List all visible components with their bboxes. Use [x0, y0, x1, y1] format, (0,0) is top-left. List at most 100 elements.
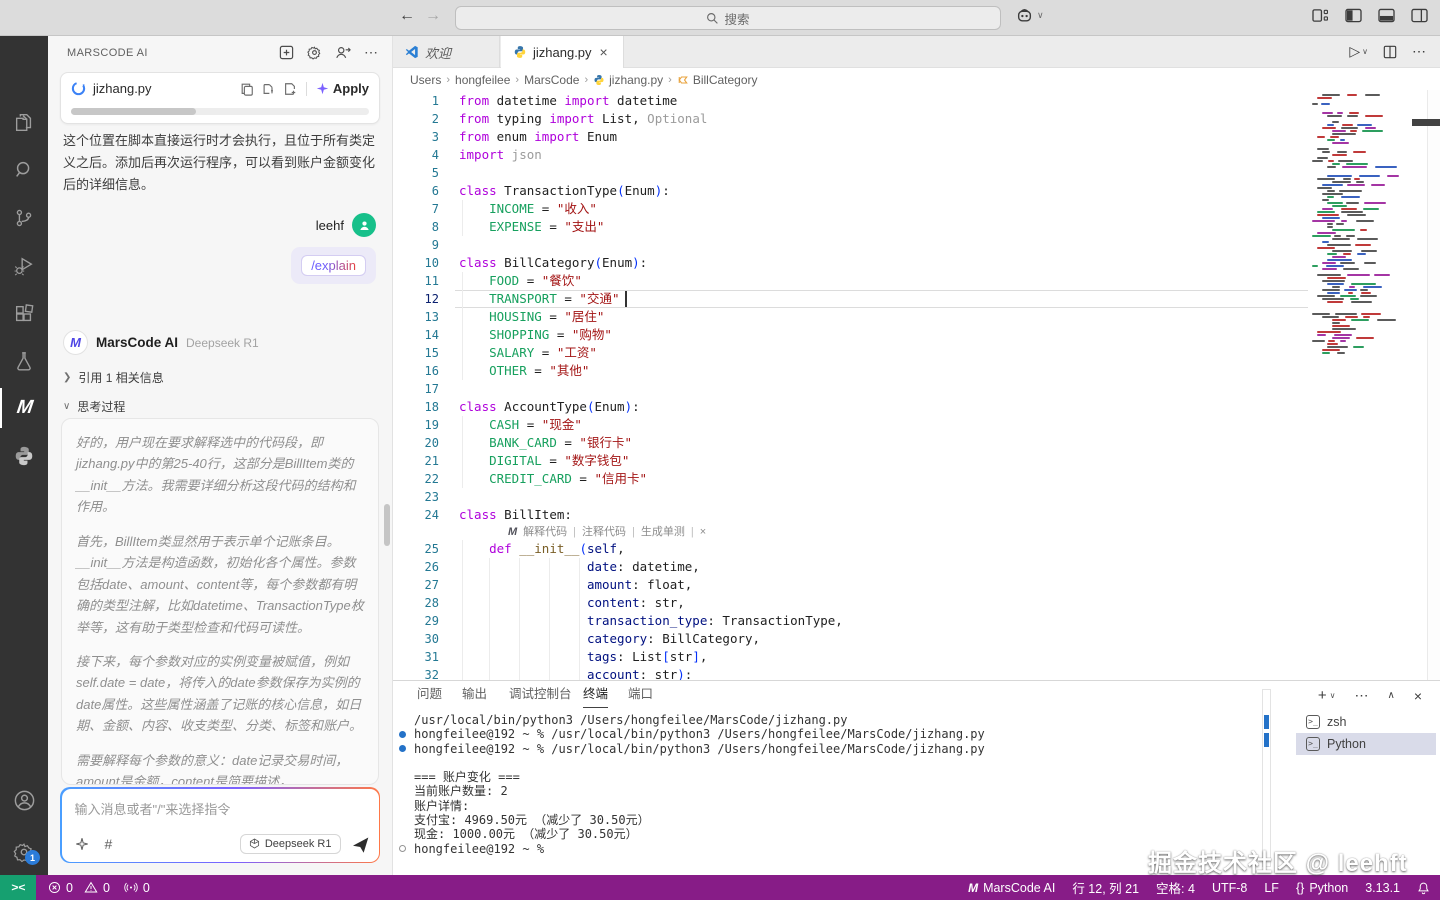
nav-forward-icon[interactable]: →: [422, 7, 444, 25]
marscode-ai-icon[interactable]: M: [0, 388, 48, 428]
terminal-instance-python[interactable]: >_Python: [1296, 733, 1436, 755]
code-line[interactable]: 3from enum import Enum: [393, 128, 1427, 146]
explorer-icon[interactable]: [0, 102, 48, 142]
new-terminal-button[interactable]: +∨: [1318, 687, 1336, 704]
code-line[interactable]: 23: [393, 488, 1427, 506]
eol[interactable]: LF: [1264, 881, 1279, 895]
code-line[interactable]: 4import json: [393, 146, 1427, 164]
code-editor[interactable]: 1from datetime import datetime2from typi…: [393, 90, 1440, 680]
code-line[interactable]: 5: [393, 164, 1427, 182]
breadcrumb-hongfeilee[interactable]: hongfeilee: [455, 73, 510, 87]
toggle-panel-icon[interactable]: [1378, 8, 1395, 23]
new-chat-icon[interactable]: [279, 45, 294, 60]
copilot-menu-button[interactable]: ∨: [1016, 7, 1044, 24]
codelens-action[interactable]: 注释代码: [582, 524, 626, 540]
code-line[interactable]: 19 CASH = "现金": [393, 416, 1427, 434]
code-line[interactable]: 26 date: datetime,: [393, 558, 1427, 576]
send-button[interactable]: [353, 837, 369, 853]
code-line[interactable]: 10class BillCategory(Enum):: [393, 254, 1427, 272]
encoding[interactable]: UTF-8: [1212, 881, 1247, 895]
code-line[interactable]: 14 SHOPPING = "购物": [393, 326, 1427, 344]
editor-scrollbar-thumb[interactable]: [1412, 119, 1440, 126]
code-line[interactable]: 17: [393, 380, 1427, 398]
minimap[interactable]: [1310, 90, 1426, 680]
breadcrumb-users[interactable]: Users: [410, 73, 441, 87]
notifications-bell[interactable]: [1417, 881, 1430, 895]
account-icon[interactable]: [0, 780, 48, 820]
tab-jizhang-py[interactable]: jizhang.py ×: [501, 36, 624, 68]
search-view-icon[interactable]: [0, 150, 48, 190]
problems-status[interactable]: 0 0: [48, 881, 110, 895]
close-tab-icon[interactable]: ×: [600, 44, 608, 60]
code-line[interactable]: 11 FOOD = "餐饮": [393, 272, 1427, 290]
extensions-icon[interactable]: [0, 294, 48, 334]
panel-tab-terminal[interactable]: 终端: [583, 681, 608, 708]
code-line[interactable]: 21 DIGITAL = "数字钱包": [393, 452, 1427, 470]
agent-profile-icon[interactable]: [335, 45, 351, 60]
explain-command-chip[interactable]: /explain: [301, 255, 366, 276]
settings-gear-icon[interactable]: 1: [0, 832, 48, 872]
code-line[interactable]: 22 CREDIT_CARD = "信用卡": [393, 470, 1427, 488]
testing-icon[interactable]: [0, 341, 48, 381]
apply-button[interactable]: Apply: [316, 81, 369, 96]
remote-indicator[interactable]: ><: [0, 875, 36, 900]
code-line[interactable]: 9: [393, 236, 1427, 254]
code-line[interactable]: 1from datetime import datetime: [393, 92, 1427, 110]
search-input[interactable]: 搜索: [455, 6, 1001, 30]
toggle-sidebar-right-icon[interactable]: [1411, 8, 1428, 23]
source-control-icon[interactable]: [0, 198, 48, 238]
cursor-position[interactable]: 行 12, 列 21: [1072, 878, 1139, 897]
terminal-output[interactable]: /usr/local/bin/python3 /Users/hongfeilee…: [393, 713, 1253, 856]
editor-scrollbar[interactable]: [1427, 90, 1440, 680]
terminal-more-actions-icon[interactable]: ⋯: [1354, 687, 1368, 704]
code-line[interactable]: 30 category: BillCategory,: [393, 630, 1427, 648]
insert-code-icon[interactable]: [283, 82, 297, 96]
toggle-sidebar-left-icon[interactable]: [1345, 8, 1362, 23]
breadcrumb-marscode[interactable]: MarsCode: [524, 73, 579, 87]
references-toggle[interactable]: ❯ 引用 1 相关信息: [63, 369, 164, 386]
code-line[interactable]: 6class TransactionType(Enum):: [393, 182, 1427, 200]
model-selector[interactable]: Deepseek R1: [240, 834, 341, 854]
code-line[interactable]: 31 tags: List[str],: [393, 648, 1427, 666]
python-version[interactable]: 3.13.1: [1365, 881, 1400, 895]
editor-more-actions-icon[interactable]: ⋯: [1412, 43, 1426, 60]
copy-icon[interactable]: [240, 82, 254, 96]
code-line[interactable]: 27 amount: float,: [393, 576, 1427, 594]
customize-layout-icon[interactable]: [1312, 8, 1329, 23]
more-actions-icon[interactable]: ⋯: [364, 44, 378, 61]
context-hash-icon[interactable]: #: [105, 836, 113, 852]
maximize-panel-icon[interactable]: ∧: [1387, 690, 1394, 701]
panel-tab-output[interactable]: 输出: [462, 681, 487, 708]
terminal-instance-zsh[interactable]: >_zsh: [1296, 711, 1436, 733]
codelens-close-icon[interactable]: ×: [700, 524, 706, 540]
code-line[interactable]: 2from typing import List, Optional: [393, 110, 1427, 128]
codelens-action[interactable]: 生成单测: [641, 524, 685, 540]
code-line[interactable]: 7 INCOME = "收入": [393, 200, 1427, 218]
tab-welcome[interactable]: 欢迎: [393, 36, 500, 68]
diff-view-icon[interactable]: [261, 82, 276, 96]
code-line[interactable]: 8 EXPENSE = "支出": [393, 218, 1427, 236]
close-panel-icon[interactable]: ×: [1414, 688, 1422, 704]
breadcrumb-file[interactable]: jizhang.py: [593, 73, 663, 87]
run-python-button[interactable]: ▷∨: [1349, 43, 1368, 60]
run-debug-icon[interactable]: [0, 246, 48, 286]
thinking-toggle[interactable]: ∨ 思考过程: [63, 398, 125, 415]
marscode-status[interactable]: MMarsCode AI: [968, 881, 1055, 895]
code-line[interactable]: 20 BANK_CARD = "银行卡": [393, 434, 1427, 452]
indentation[interactable]: 空格: 4: [1156, 878, 1195, 897]
chat-input[interactable]: 输入消息或者"/"来选择指令: [75, 799, 231, 818]
code-line[interactable]: 18class AccountType(Enum):: [393, 398, 1427, 416]
nav-back-icon[interactable]: ←: [396, 7, 418, 25]
panel-tab-ports[interactable]: 端口: [628, 681, 653, 708]
language-mode[interactable]: {}Python: [1296, 881, 1348, 895]
breadcrumb-symbol[interactable]: BillCategory: [677, 73, 758, 87]
split-editor-icon[interactable]: [1383, 45, 1397, 59]
code-line[interactable]: 16 OTHER = "其他": [393, 362, 1427, 380]
python-view-icon[interactable]: [0, 436, 48, 476]
prompt-magic-icon[interactable]: [75, 837, 89, 851]
chat-settings-gear-icon[interactable]: [307, 45, 322, 60]
code-line[interactable]: 13 HOUSING = "居住": [393, 308, 1427, 326]
code-line[interactable]: 15 SALARY = "工资": [393, 344, 1427, 362]
code-line[interactable]: 32 account: str):: [393, 666, 1427, 680]
code-line[interactable]: 29 transaction_type: TransactionType,: [393, 612, 1427, 630]
